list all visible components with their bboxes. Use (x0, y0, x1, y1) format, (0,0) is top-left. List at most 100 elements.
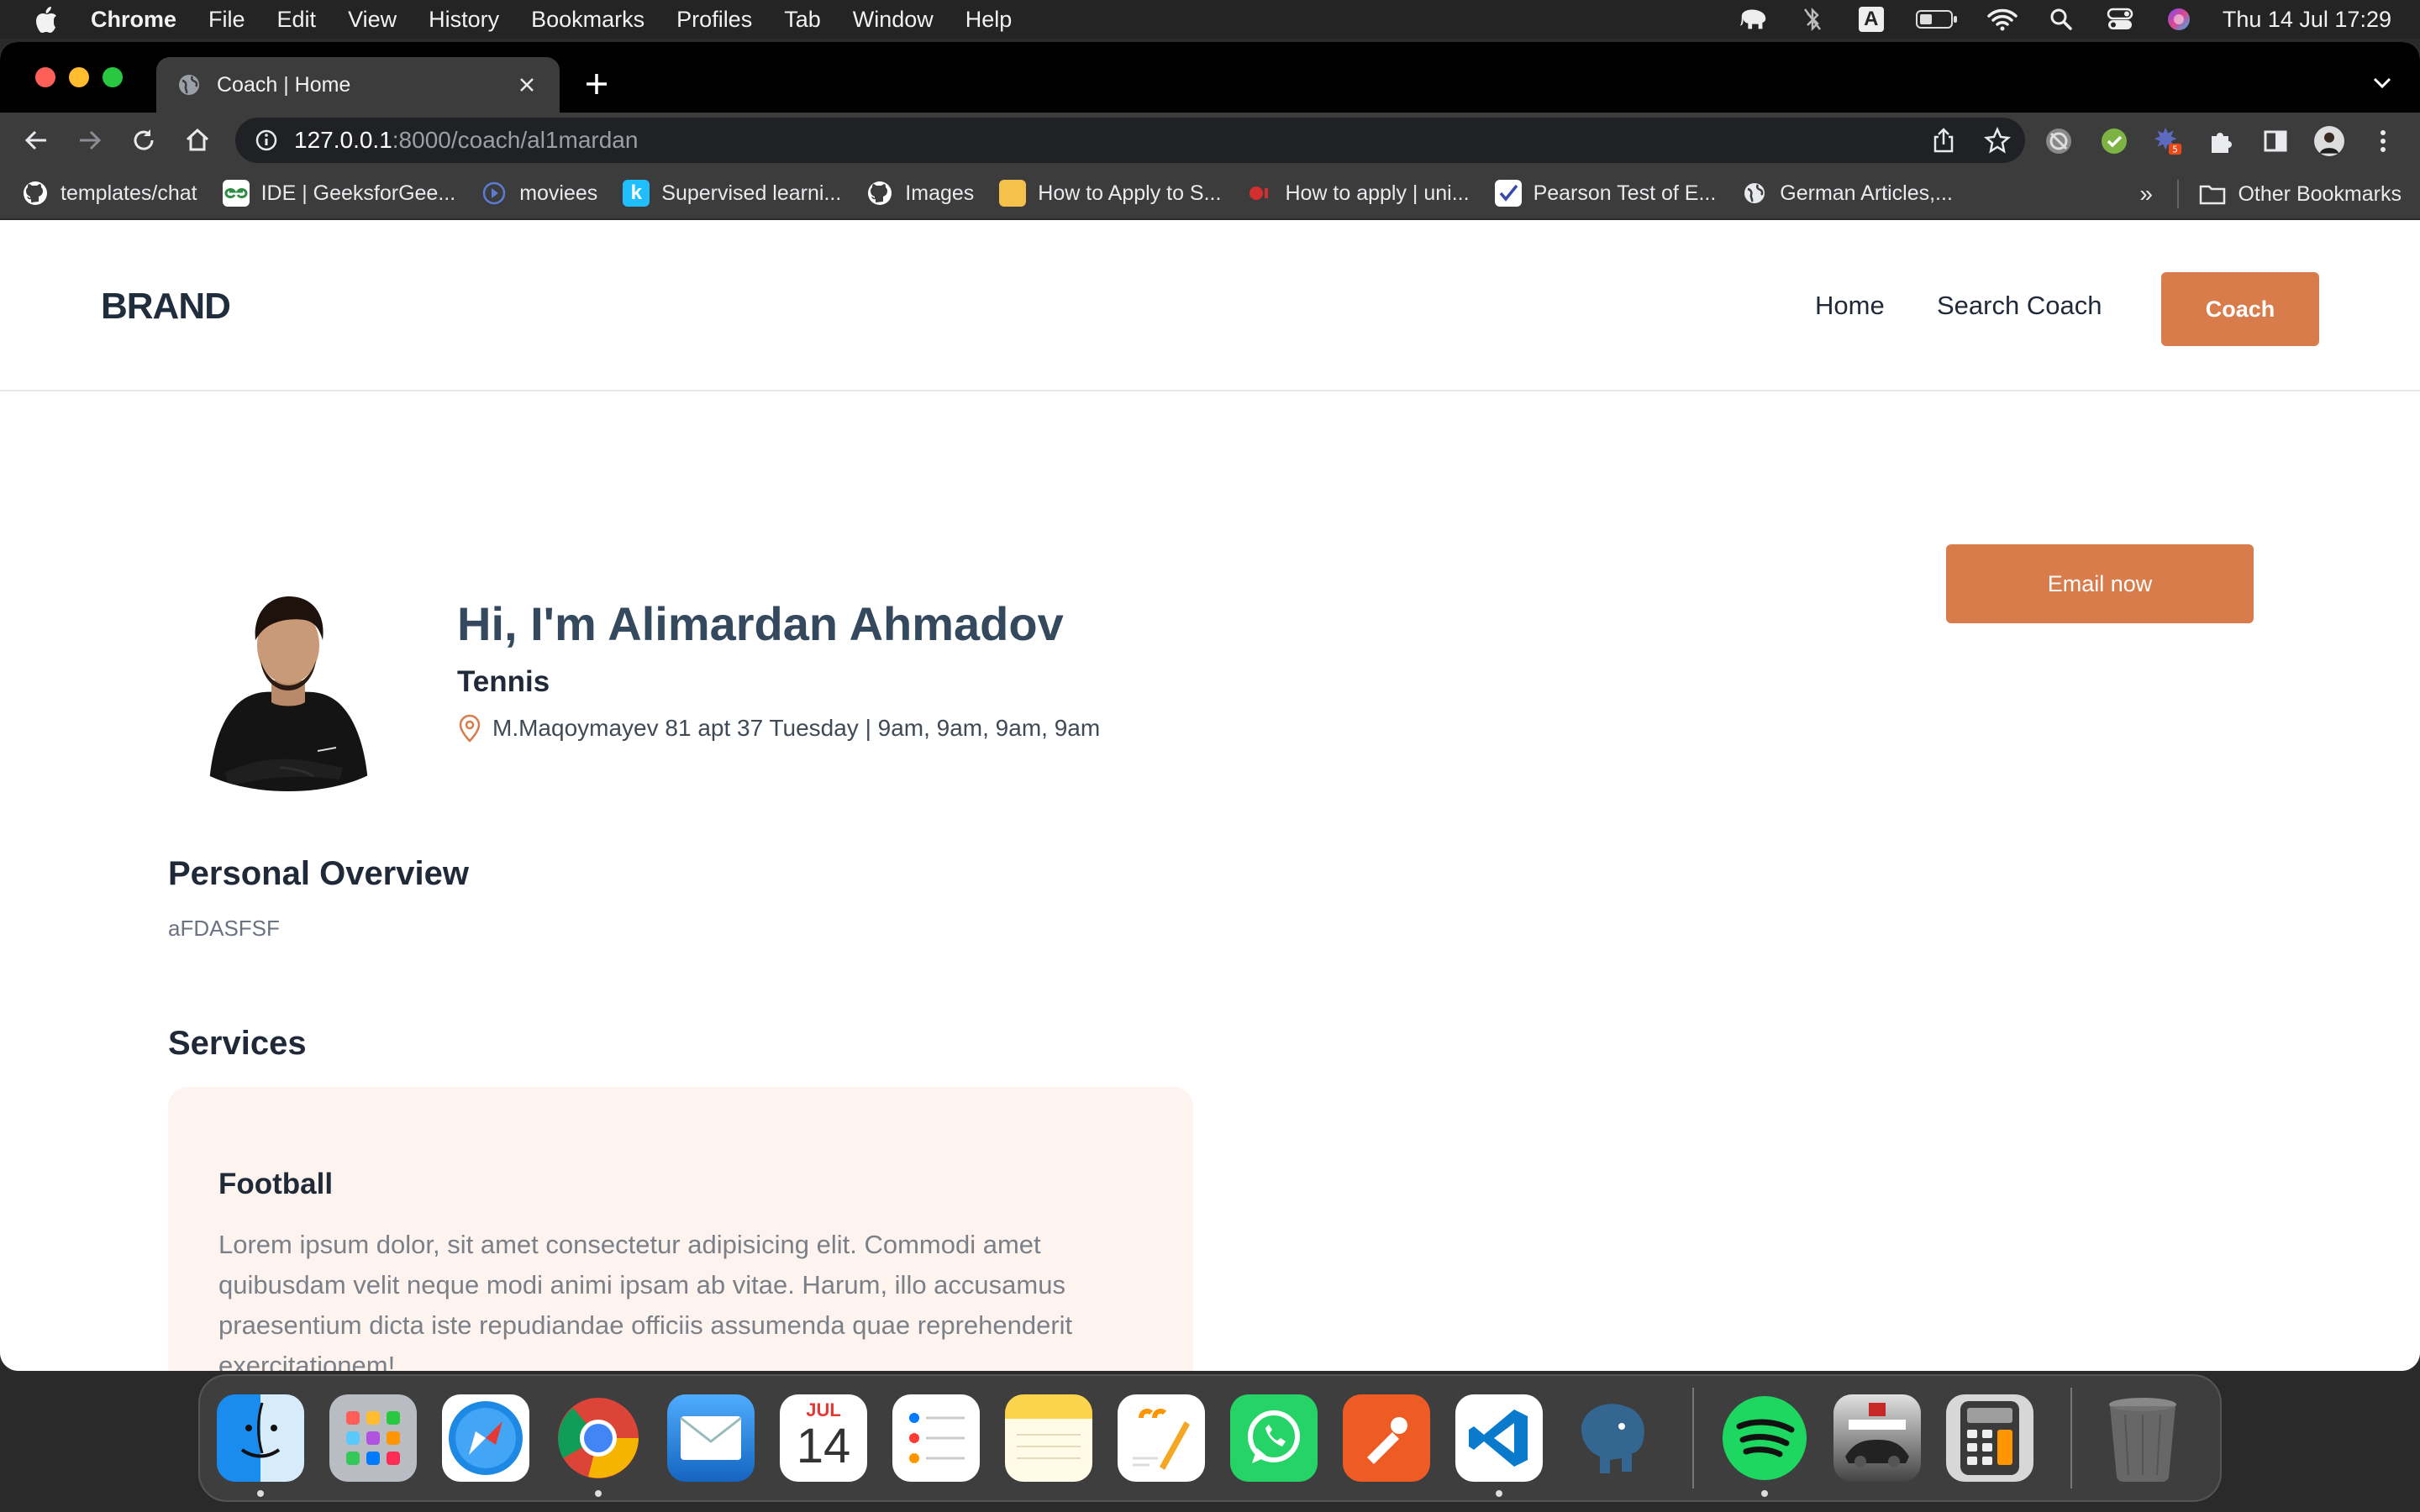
menu-window[interactable]: Window (853, 7, 934, 33)
apple-icon[interactable] (30, 3, 62, 35)
input-source-a-icon[interactable]: A (1856, 7, 1886, 32)
reminders-icon[interactable] (892, 1394, 980, 1482)
globe-icon (176, 72, 202, 97)
nav-home-link[interactable]: Home (1815, 291, 1885, 321)
bookmarks-overflow-button[interactable]: » (2139, 168, 2153, 220)
location-pin-icon (457, 714, 482, 743)
menu-app-name[interactable]: Chrome (91, 7, 176, 33)
service-title: Football (218, 1168, 334, 1200)
profile-avatar[interactable] (2314, 126, 2344, 156)
reload-icon[interactable] (126, 123, 161, 158)
menu-edit[interactable]: Edit (277, 7, 317, 33)
github-icon (866, 180, 893, 207)
elephant-icon[interactable] (1739, 7, 1769, 32)
notes-icon[interactable] (1005, 1394, 1092, 1482)
close-tab-icon[interactable] (514, 72, 539, 97)
control-center-icon[interactable] (2105, 7, 2135, 32)
bookmark-templates-chat[interactable]: templates/chat (22, 180, 197, 207)
email-now-button[interactable]: Email now (1946, 544, 2254, 623)
calculator-icon[interactable] (1946, 1394, 2033, 1482)
whatsapp-icon[interactable] (1230, 1394, 1318, 1482)
menu-view[interactable]: View (348, 7, 397, 33)
spotlight-icon[interactable] (2046, 7, 2076, 32)
coach-name-heading: Hi, I'm Alimardan Ahmadov (457, 597, 1064, 650)
menu-profiles[interactable]: Profiles (676, 7, 752, 33)
browser-window: Coach | Home 127.0.0.1:8000/coach/al1mar… (0, 42, 2420, 1371)
mail-icon[interactable] (667, 1394, 755, 1482)
bookmark-images[interactable]: Images (866, 180, 974, 207)
services-heading: Services (168, 1025, 307, 1062)
home-icon[interactable] (180, 123, 215, 158)
geeksforgeeks-icon (222, 180, 250, 207)
bluetooth-off-icon[interactable] (1797, 7, 1828, 32)
new-tab-plus-icon[interactable] (580, 67, 613, 101)
brand-logo[interactable]: BRAND (101, 286, 231, 328)
menubar-clock[interactable]: Thu 14 Jul 17:29 (2223, 7, 2391, 33)
address-url[interactable]: 127.0.0.1:8000/coach/al1mardan (294, 127, 638, 154)
pages-icon[interactable] (1118, 1394, 1205, 1482)
other-bookmarks[interactable]: Other Bookmarks (2177, 168, 2402, 220)
zoom-window-button[interactable] (103, 67, 123, 87)
chrome-icon[interactable] (555, 1394, 642, 1497)
coach-location-text: M.Maqoymayev 81 apt 37 Tuesday | 9am, 9a… (492, 715, 1101, 741)
launchpad-icon[interactable] (329, 1394, 417, 1482)
bookmark-label: How to apply | uni... (1285, 181, 1470, 205)
postman-icon[interactable] (1343, 1394, 1430, 1482)
tab-title: Coach | Home (217, 72, 351, 97)
extension-badge-count: 5 (2172, 144, 2178, 155)
asphalt-icon[interactable] (1833, 1394, 1921, 1482)
chevron-down-icon[interactable] (2370, 71, 2395, 96)
calendar-icon[interactable]: JUL 14 (780, 1394, 867, 1482)
extension-badge-icon[interactable]: 5 (2153, 126, 2183, 156)
bookmark-label: templates/chat (60, 181, 197, 205)
share-icon[interactable] (1929, 126, 1958, 155)
finder-icon[interactable] (217, 1394, 304, 1497)
folder-yellow-icon (999, 180, 1027, 207)
vscode-icon[interactable] (1455, 1394, 1543, 1497)
trash-icon[interactable] (2099, 1394, 2186, 1482)
bookmark-supervised-learning[interactable]: k Supervised learni... (623, 180, 841, 207)
service-card: Football Lorem ipsum dolor, sit amet con… (168, 1087, 1193, 1371)
menu-help[interactable]: Help (965, 7, 1013, 33)
forward-arrow-icon[interactable] (72, 123, 108, 158)
browser-toolbar: 127.0.0.1:8000/coach/al1mardan 5 (0, 113, 2420, 168)
tab-coach-home[interactable]: Coach | Home (156, 57, 560, 113)
record-icon (1246, 180, 1273, 207)
nav-search-coach-link[interactable]: Search Coach (1937, 291, 2102, 321)
side-panel-icon[interactable] (2260, 126, 2291, 156)
spotify-icon[interactable] (1721, 1394, 1808, 1497)
menu-file[interactable]: File (208, 7, 245, 33)
extension-grammar-icon[interactable] (2044, 126, 2074, 156)
running-indicator (595, 1490, 602, 1497)
menu-tab[interactable]: Tab (784, 7, 821, 33)
safari-icon[interactable] (442, 1394, 529, 1482)
bookmark-how-to-apply-uni[interactable]: How to apply | uni... (1246, 180, 1470, 207)
pgadmin-icon[interactable] (1568, 1394, 1655, 1482)
minimize-window-button[interactable] (69, 67, 89, 87)
more-vertical-icon[interactable] (2368, 126, 2398, 156)
bookmark-moviees[interactable]: moviees (481, 180, 597, 207)
battery-icon[interactable] (1915, 7, 1959, 32)
site-info-icon[interactable] (254, 128, 279, 153)
menu-bookmarks[interactable]: Bookmarks (531, 7, 644, 33)
close-window-button[interactable] (35, 67, 55, 87)
bookmark-pearson[interactable]: Pearson Test of E... (1494, 180, 1716, 207)
url-host: 127.0.0.1 (294, 127, 392, 153)
bookmark-star-icon[interactable] (1983, 126, 2012, 155)
wifi-icon[interactable] (1987, 7, 2018, 32)
siri-icon[interactable] (2164, 7, 2194, 32)
bookmark-geeksforgeeks[interactable]: IDE | GeeksforGee... (222, 180, 456, 207)
bookmark-label: IDE | GeeksforGee... (260, 181, 456, 205)
running-indicator (1761, 1490, 1768, 1497)
other-bookmarks-label: Other Bookmarks (2238, 181, 2402, 206)
menu-history[interactable]: History (429, 7, 499, 33)
puzzle-icon[interactable] (2207, 126, 2237, 156)
bookmark-how-to-apply-s[interactable]: How to Apply to S... (999, 180, 1221, 207)
coach-button[interactable]: Coach (2161, 272, 2319, 346)
address-bar[interactable]: 127.0.0.1:8000/coach/al1mardan (235, 118, 2025, 163)
extension-green-check-icon[interactable] (2099, 126, 2129, 156)
bookmark-german-articles[interactable]: German Articles,... (1741, 180, 1953, 207)
macos-menu-bar: Chrome File Edit View History Bookmarks … (0, 0, 2420, 39)
back-arrow-icon[interactable] (18, 123, 54, 158)
site-header: BRAND Home Search Coach Coach (0, 228, 2420, 391)
